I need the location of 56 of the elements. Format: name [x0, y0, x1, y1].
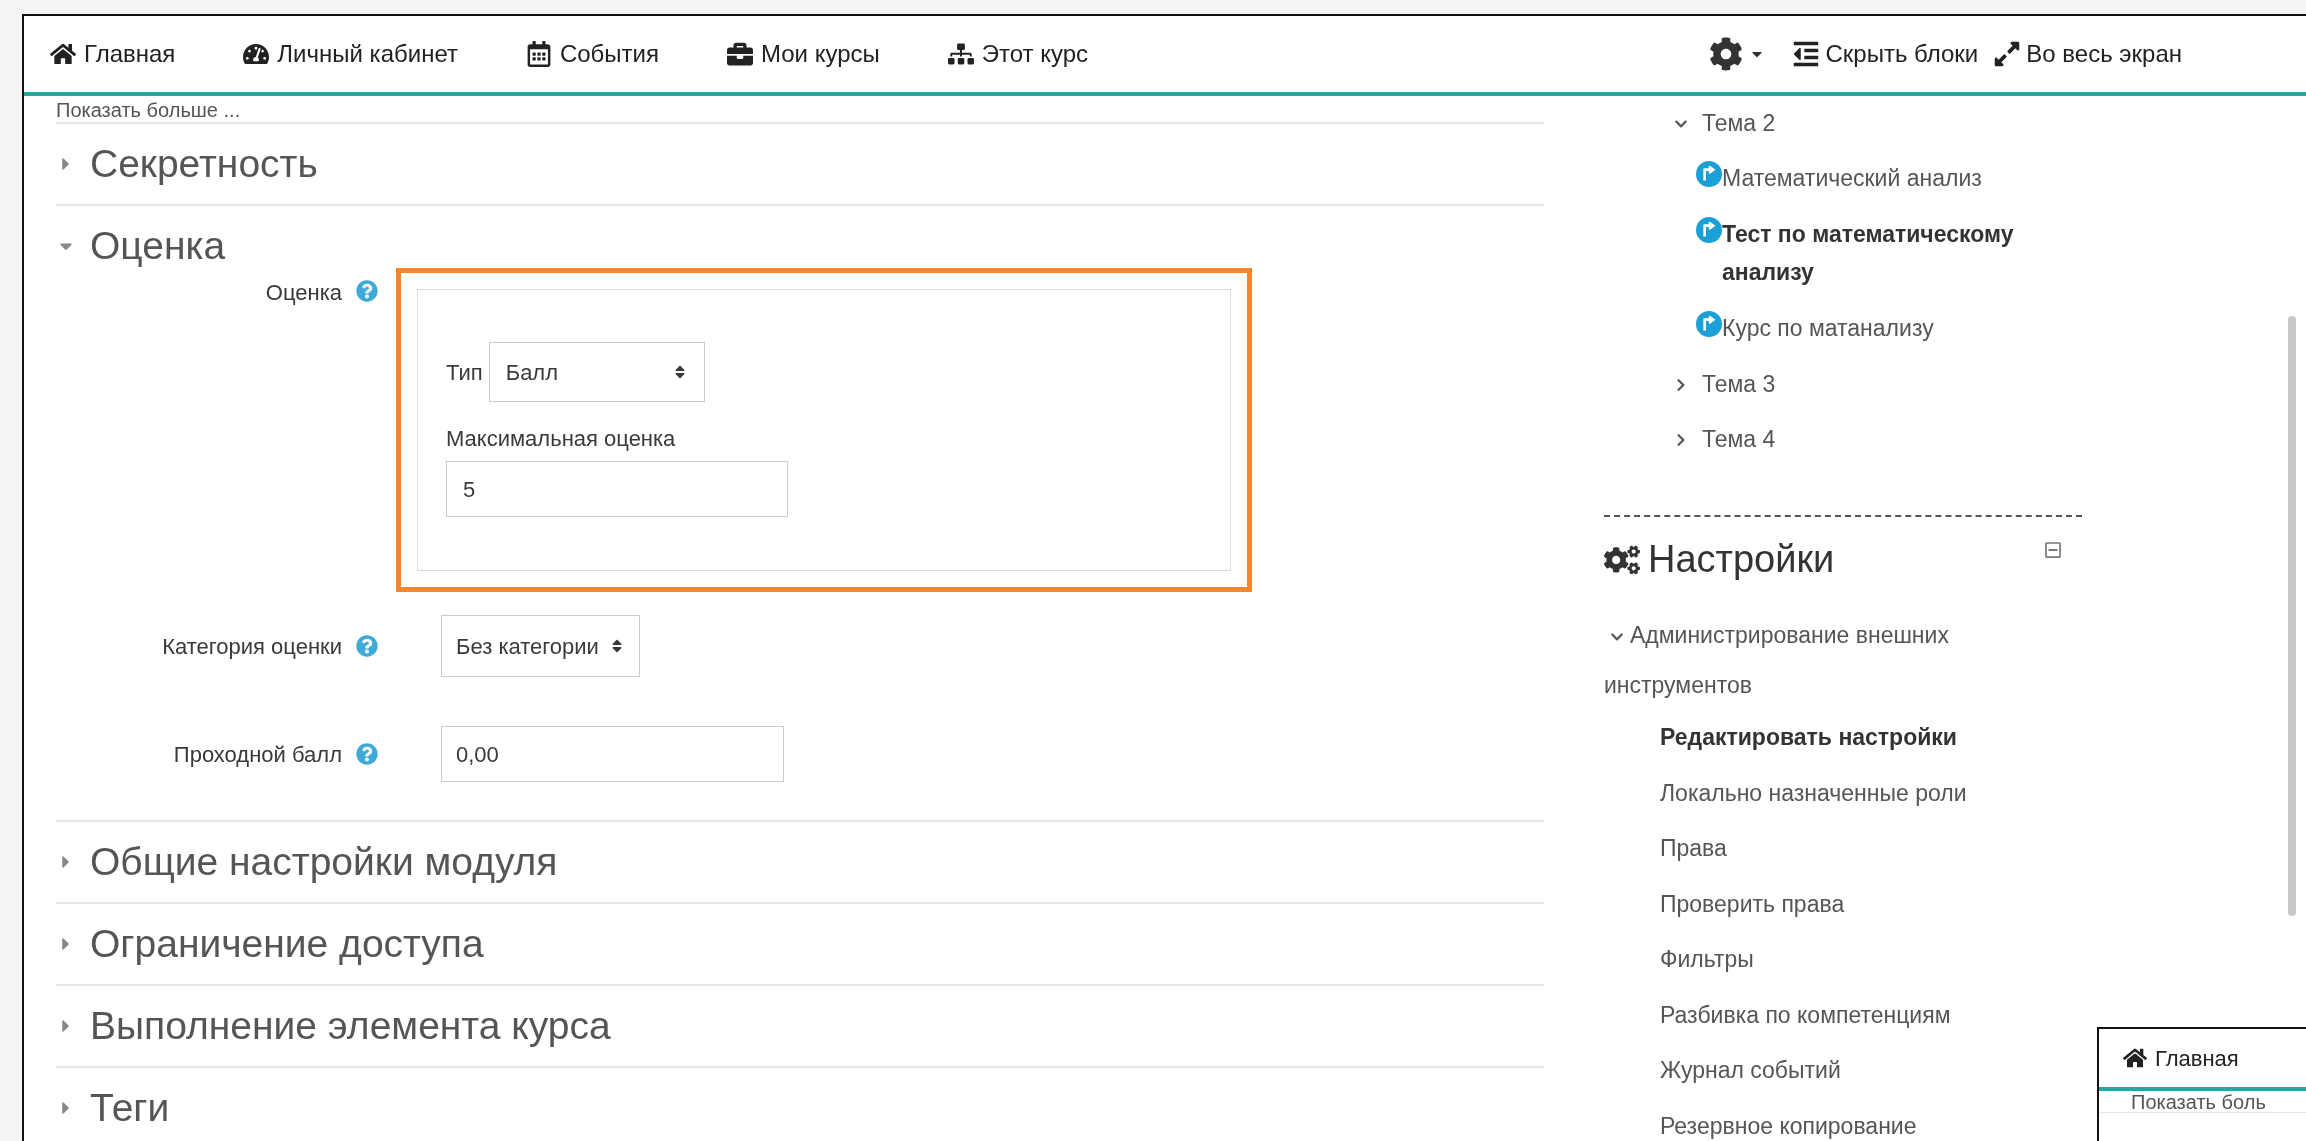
tree-node[interactable]: Тема 4 — [1604, 412, 1776, 467]
section-header[interactable]: Оценка — [56, 206, 226, 286]
tree-node[interactable]: Администрирование внешних инструментов — [1604, 610, 2024, 710]
nav-link[interactable]: События — [525, 36, 659, 72]
max-grade-input[interactable]: 5 — [446, 461, 788, 517]
collapse-icon[interactable] — [2044, 540, 2062, 559]
home-icon — [2123, 1046, 2147, 1070]
field-label: Проходной балл — [173, 740, 342, 769]
settings-link[interactable]: Фильтры — [1660, 932, 1754, 988]
nav-link[interactable]: Этот курс — [947, 36, 1089, 72]
home-icon — [50, 41, 76, 67]
field-label: Оценка — [265, 279, 342, 307]
section-header[interactable]: Секретность — [56, 124, 318, 204]
settings-link[interactable]: Разбивка по компетенциям — [1660, 987, 1951, 1043]
section-header[interactable]: Теги — [56, 1068, 170, 1141]
pass-grade-input[interactable]: 0,00 — [441, 726, 784, 782]
settings-link[interactable]: Редактировать настройки — [1660, 710, 1957, 766]
section-header[interactable]: Выполнение элемента курса — [56, 986, 611, 1066]
nav-link[interactable]: Скрыть блоки — [1791, 36, 1979, 72]
type-select[interactable]: Балл — [488, 342, 705, 402]
show-more-link[interactable]: Показать боль — [2131, 1091, 2306, 1112]
nav-link[interactable]: Главная — [50, 36, 176, 72]
sitemap-icon — [947, 41, 974, 67]
activity-link[interactable]: Математический анализ — [1722, 159, 2062, 197]
gauge-icon — [243, 41, 270, 67]
tree-node[interactable]: Тема 2 — [1604, 96, 1776, 151]
settings-link[interactable]: Резервное копирование — [1660, 1098, 1917, 1141]
nav-link[interactable]: Личный кабинет — [243, 36, 458, 72]
calendar-icon — [525, 41, 552, 67]
scrollbar[interactable] — [2288, 316, 2296, 916]
gear-icon — [1709, 37, 1744, 71]
section-header[interactable]: Общие настройки модуля — [56, 822, 558, 902]
field-label: Категория оценки — [162, 632, 342, 661]
settings-link[interactable]: Проверить права — [1660, 876, 1845, 932]
tree-node[interactable]: Тема 3 — [1604, 357, 1776, 412]
settings-link[interactable]: Локально назначенные роли — [1660, 765, 1967, 821]
briefcase-icon — [727, 41, 753, 67]
type-label: Тип — [446, 358, 483, 387]
activity-icon — [1696, 311, 1722, 337]
settings-link[interactable]: Права — [1660, 821, 1727, 877]
block-title: Настройки — [1648, 537, 1835, 582]
section-header[interactable]: Ограничение доступа — [56, 904, 484, 984]
help-icon[interactable] — [356, 743, 378, 765]
settings-link[interactable]: Журнал событий — [1660, 1043, 1841, 1099]
nav-link[interactable]: Мои курсы — [727, 36, 880, 72]
category-select[interactable]: Без категории — [441, 615, 640, 677]
activity-icon — [1696, 161, 1722, 187]
help-icon[interactable] — [356, 635, 378, 657]
show-more-link[interactable]: Показать больше ... — [56, 98, 241, 122]
help-icon[interactable] — [356, 280, 378, 302]
nav-link[interactable]: Главная — [2123, 1041, 2239, 1075]
activity-link[interactable]: Курс по матанализу — [1722, 309, 2062, 347]
activity-link[interactable]: Тест по математическому анализу — [1722, 215, 2062, 291]
activity-icon — [1696, 217, 1722, 243]
nav-link[interactable]: Во весь экран — [1992, 36, 2182, 72]
max-grade-label: Максимальная оценка — [446, 425, 677, 453]
